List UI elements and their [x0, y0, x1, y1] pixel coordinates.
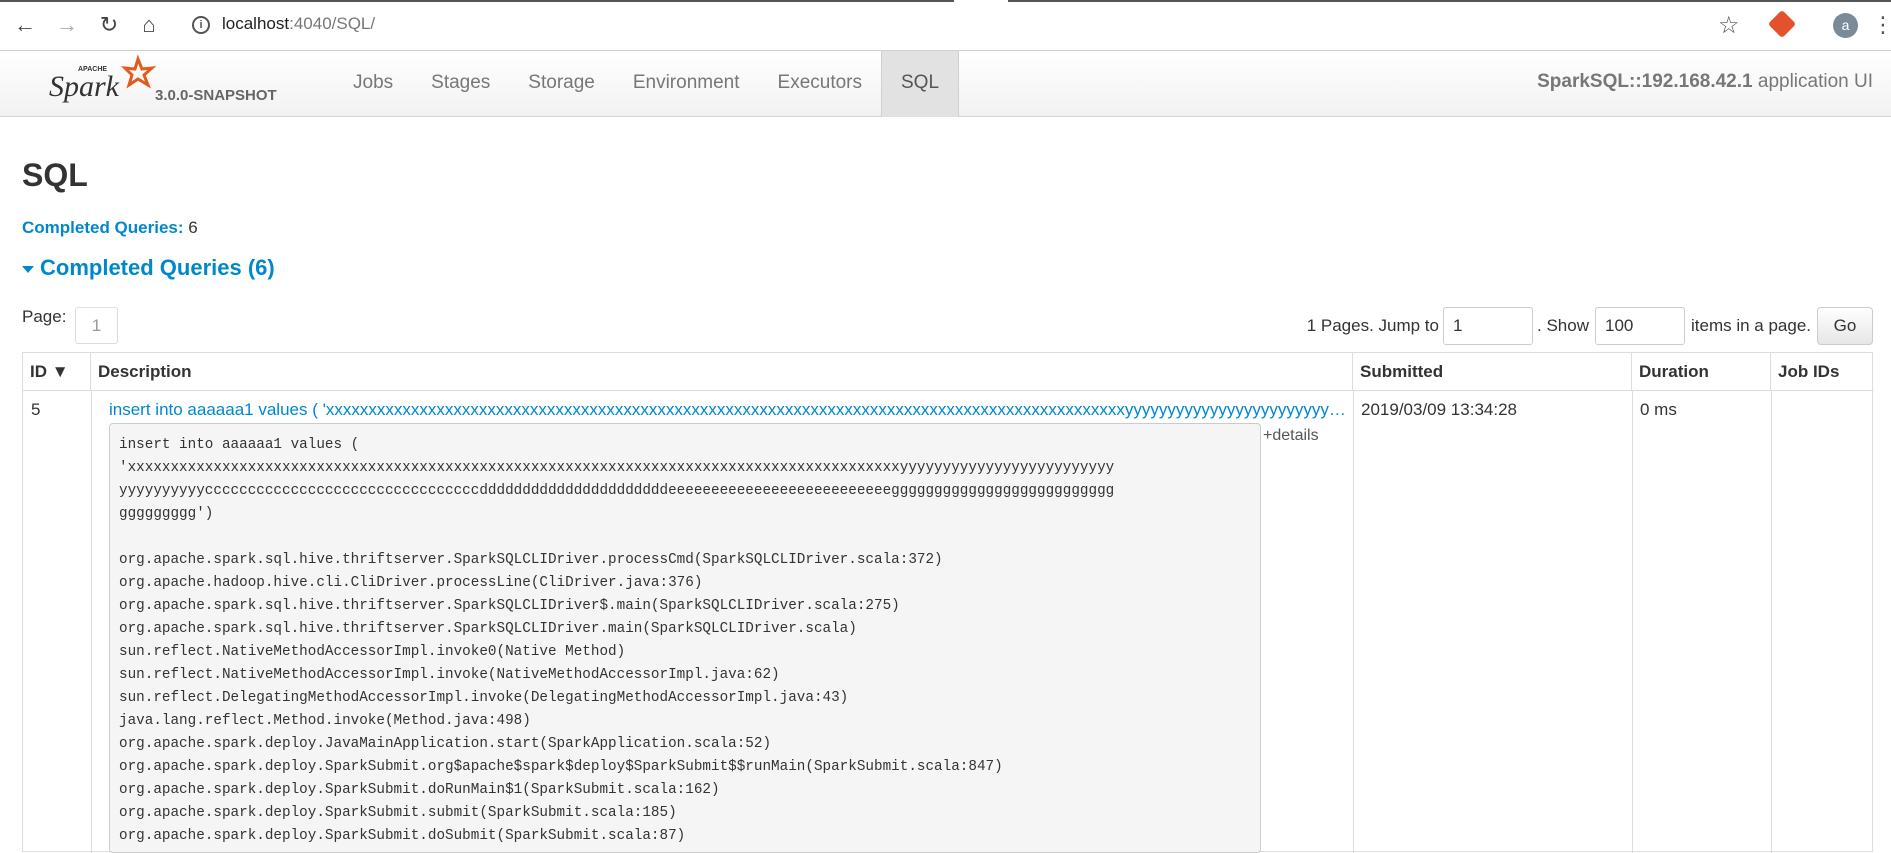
site-info-icon[interactable]: i [192, 16, 210, 34]
section-title: Completed Queries (6) [40, 255, 275, 280]
tab-jobs[interactable]: Jobs [334, 51, 412, 117]
url-host: localhost [222, 14, 290, 33]
page-size-input[interactable] [1594, 307, 1685, 345]
tab-sql[interactable]: SQL [881, 51, 960, 117]
header-id[interactable]: ID ▼ [23, 353, 91, 391]
forward-arrow-icon[interactable]: → [54, 12, 80, 38]
tab-storage[interactable]: Storage [509, 51, 614, 117]
home-icon[interactable]: ⌂ [136, 12, 162, 38]
query-description-link[interactable]: insert into aaaaaa1 values ( 'xxxxxxxxxx… [109, 400, 1349, 420]
query-stack-trace: insert into aaaaaa1 values ( 'xxxxxxxxxx… [109, 423, 1261, 853]
app-name: SparkSQL::192.168.42.1 [1537, 71, 1753, 92]
column-divider [1632, 391, 1633, 853]
paging-controls: 1 Pages. Jump to . Show items in a page.… [1307, 307, 1873, 345]
row-duration: 0 ms [1640, 400, 1677, 419]
svg-text:Spark: Spark [49, 70, 120, 103]
profile-avatar[interactable]: a [1833, 13, 1858, 38]
app-title-suffix: application UI [1752, 71, 1873, 92]
details-toggle[interactable]: +details [1263, 427, 1319, 445]
completed-queries-link[interactable]: Completed Queries: [22, 218, 184, 237]
column-divider [1353, 391, 1354, 853]
git-extension-icon[interactable] [1767, 9, 1797, 39]
spark-version: 3.0.0-SNAPSHOT [155, 87, 277, 104]
caret-down-icon [22, 265, 34, 273]
completed-queries-count: 6 [183, 218, 198, 237]
queries-table: ID ▼ Description Submitted Duration Job … [22, 352, 1874, 853]
jump-to-page-input[interactable] [1443, 307, 1533, 345]
go-button[interactable]: Go [1817, 307, 1873, 345]
header-duration[interactable]: Duration [1632, 353, 1771, 391]
show-text: . Show [1537, 316, 1589, 335]
page-number-button[interactable]: 1 [75, 307, 118, 344]
pages-text: 1 Pages. Jump to [1306, 316, 1439, 335]
address-bar[interactable]: localhost:4040/SQL/ [222, 14, 375, 34]
row-id: 5 [31, 400, 41, 419]
header-submitted[interactable]: Submitted [1353, 353, 1632, 391]
items-text: items in a page. [1690, 316, 1811, 335]
reload-icon[interactable]: ↻ [96, 12, 122, 38]
spark-navbar: APACHE Spark 3.0.0-SNAPSHOT Jobs Stages … [0, 51, 1891, 117]
column-divider [1771, 391, 1772, 853]
url-path: :4040/SQL/ [289, 14, 376, 33]
row-submitted: 2019/03/09 13:34:28 [1361, 400, 1517, 419]
page-title: SQL [22, 157, 88, 193]
tab-executors[interactable]: Executors [759, 51, 881, 117]
completed-queries-summary: Completed Queries: 6 [22, 218, 198, 238]
browser-toolbar: ← → ↻ ⌂ i localhost:4040/SQL/ ☆ a ⋮ [0, 0, 1891, 51]
spark-logo-icon[interactable]: APACHE Spark [46, 54, 156, 110]
tab-strip-edge [1008, 0, 1891, 2]
column-divider [91, 391, 92, 853]
back-arrow-icon[interactable]: ← [12, 12, 38, 38]
header-job-ids[interactable]: Job IDs [1771, 353, 1874, 391]
more-menu-icon[interactable]: ⋮ [1872, 12, 1891, 38]
app-title: SparkSQL::192.168.42.1 application UI [1537, 71, 1873, 93]
completed-queries-toggle[interactable]: Completed Queries (6) [22, 255, 275, 281]
bookmark-star-icon[interactable]: ☆ [1718, 11, 1740, 40]
header-description[interactable]: Description [91, 353, 1353, 391]
tab-environment[interactable]: Environment [614, 51, 759, 117]
page-label: Page: [22, 307, 67, 326]
tab-stages[interactable]: Stages [412, 51, 509, 117]
tab-strip-edge [0, 0, 954, 2]
nav-tabs: Jobs Stages Storage Environment Executor… [334, 51, 960, 117]
